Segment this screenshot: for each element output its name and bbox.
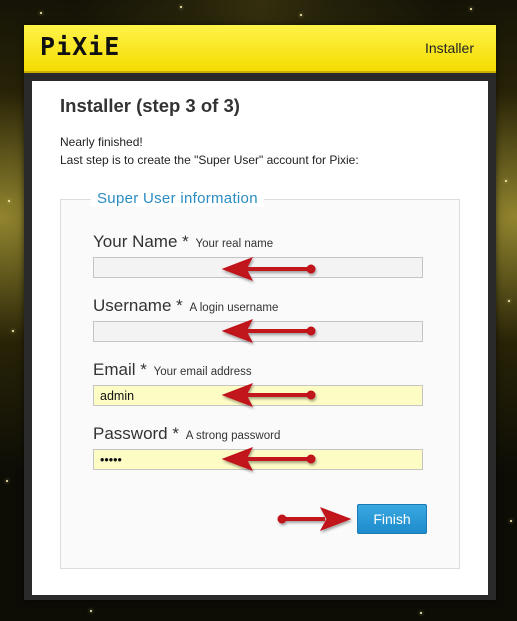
page-title: Installer (step 3 of 3) bbox=[60, 95, 240, 116]
installer-nav-link[interactable]: Installer bbox=[425, 40, 474, 56]
pixie-logo[interactable]: PiXiE bbox=[40, 34, 120, 60]
name-label: Your Name * Your real name bbox=[93, 232, 273, 252]
finish-button[interactable]: Finish bbox=[357, 504, 427, 534]
header-bar: PiXiE Installer bbox=[24, 25, 496, 73]
password-label-text: Password bbox=[93, 424, 168, 443]
username-hint: A login username bbox=[189, 302, 279, 314]
intro-line-2: Last step is to create the "Super User" … bbox=[60, 153, 359, 167]
email-label: Email * Your email address bbox=[93, 360, 252, 380]
required-marker: * bbox=[182, 232, 189, 251]
username-label: Username * A login username bbox=[93, 296, 278, 316]
username-input[interactable] bbox=[93, 321, 423, 342]
required-marker: * bbox=[140, 360, 147, 379]
installer-window: PiXiE Installer Installer (step 3 of 3) … bbox=[24, 25, 496, 600]
required-marker: * bbox=[176, 296, 183, 315]
name-input[interactable] bbox=[93, 257, 423, 278]
required-marker: * bbox=[172, 424, 179, 443]
fieldset-legend: Super User information bbox=[91, 190, 264, 207]
email-label-text: Email bbox=[93, 360, 136, 379]
username-label-text: Username bbox=[93, 296, 172, 315]
super-user-fieldset: Super User information Your Name * Your … bbox=[60, 190, 460, 569]
intro-text: Nearly finished! Last step is to create … bbox=[60, 133, 359, 169]
name-label-text: Your Name bbox=[93, 232, 178, 251]
intro-line-1: Nearly finished! bbox=[60, 135, 143, 149]
email-hint: Your email address bbox=[153, 366, 252, 378]
password-hint: A strong password bbox=[185, 430, 281, 442]
password-input[interactable] bbox=[93, 449, 423, 470]
email-input[interactable] bbox=[93, 385, 423, 406]
password-label: Password * A strong password bbox=[93, 424, 280, 444]
name-hint: Your real name bbox=[195, 238, 274, 250]
content-panel: Installer (step 3 of 3) Nearly finished!… bbox=[32, 81, 488, 595]
